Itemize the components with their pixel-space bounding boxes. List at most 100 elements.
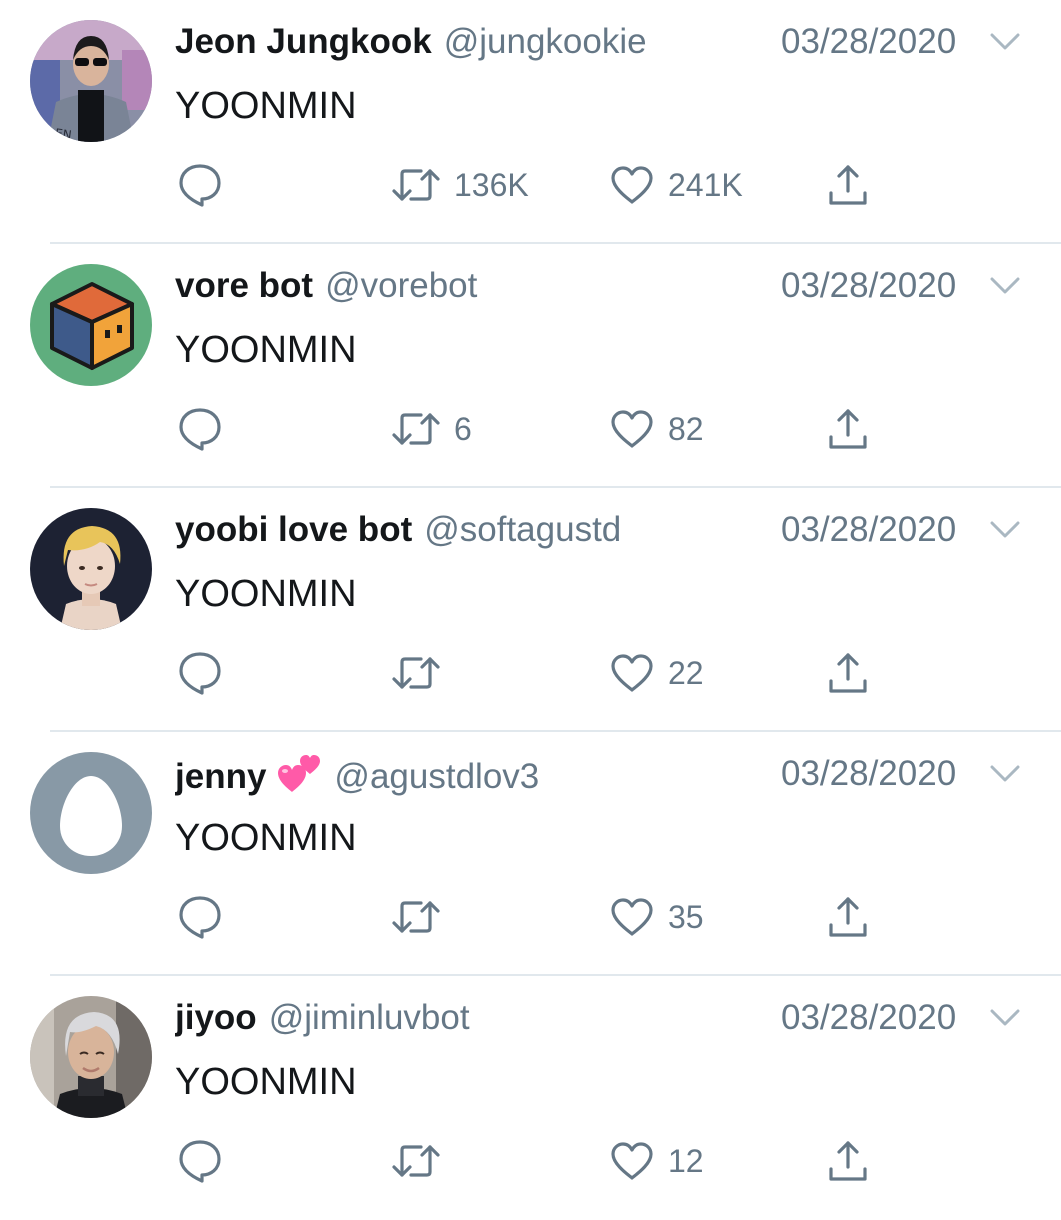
tweet-actions: 12: [0, 1136, 1061, 1186]
reply-icon: [179, 1140, 221, 1183]
retweet-button[interactable]: [392, 648, 454, 698]
reply-icon: [179, 164, 221, 207]
like-count: 82: [668, 411, 704, 447]
tweet-header: yoobi love bot @softagustd: [175, 508, 765, 552]
reply-button[interactable]: [178, 1136, 222, 1186]
like-button[interactable]: 82: [610, 404, 704, 454]
share-button[interactable]: [828, 892, 868, 942]
chevron-down-icon[interactable]: [988, 518, 1022, 542]
reply-icon: [179, 896, 221, 939]
tweet[interactable]: vore bot @vorebot 03/28/2020 YOONMIN 6 8…: [0, 244, 1061, 488]
avatar-text: LEN: [48, 125, 73, 142]
chevron-down-icon[interactable]: [988, 274, 1022, 298]
retweet-button[interactable]: [392, 1136, 454, 1186]
display-name[interactable]: vore bot: [175, 266, 313, 305]
tweet[interactable]: jenny @agustdlov3 03/28/2020 YOONMIN 35: [0, 732, 1061, 976]
cube-icon: [30, 264, 152, 386]
tweet-header: Jeon Jungkook @jungkookie: [175, 20, 765, 64]
chevron-down-icon[interactable]: [988, 30, 1022, 54]
tweet-text: YOONMIN: [175, 1061, 357, 1103]
reply-button[interactable]: [178, 648, 222, 698]
like-button[interactable]: 12: [610, 1136, 704, 1186]
reply-button[interactable]: [178, 160, 222, 210]
avatar[interactable]: [30, 996, 152, 1118]
tweet[interactable]: LEN Jeon Jungkook @jungkookie 03/28/2020 …: [0, 0, 1061, 244]
handle[interactable]: @softagustd: [424, 510, 621, 549]
tweet-actions: 22: [0, 648, 1061, 698]
photo-silver-hair: [30, 996, 152, 1118]
share-button[interactable]: [828, 648, 868, 698]
share-button[interactable]: [828, 160, 868, 210]
tweet-date[interactable]: 03/28/2020: [781, 752, 956, 796]
heart-icon: [611, 1142, 653, 1180]
timeline: LEN Jeon Jungkook @jungkookie 03/28/2020 …: [0, 0, 1061, 1200]
egg-icon: [30, 752, 152, 874]
like-count: 12: [668, 1143, 704, 1179]
tweet-date[interactable]: 03/28/2020: [781, 20, 956, 64]
share-icon: [829, 897, 867, 937]
reply-icon: [179, 408, 221, 451]
tweet-actions: 136K 241K: [0, 160, 1061, 210]
two-hearts-emoji: [278, 755, 321, 792]
retweet-icon: [392, 413, 440, 445]
share-button[interactable]: [828, 404, 868, 454]
retweet-count: 6: [454, 411, 472, 447]
handle[interactable]: @agustdlov3: [334, 757, 539, 796]
tweet-actions: 35: [0, 892, 1061, 942]
tweet-date[interactable]: 03/28/2020: [781, 996, 956, 1040]
heart-icon: [611, 166, 653, 204]
handle[interactable]: @jungkookie: [444, 22, 647, 61]
retweet-icon: [392, 657, 440, 689]
tweet-header: jiyoo @jiminluvbot: [175, 996, 765, 1040]
tweet-text: YOONMIN: [175, 573, 357, 615]
tweet-text: YOONMIN: [175, 329, 357, 371]
like-count: 241K: [668, 167, 743, 203]
display-name[interactable]: jenny: [175, 757, 266, 796]
tweet-actions: 6 82: [0, 404, 1061, 454]
chevron-down-icon[interactable]: [988, 762, 1022, 786]
tweet-text: YOONMIN: [175, 817, 357, 859]
like-count: 35: [668, 899, 704, 935]
share-button[interactable]: [828, 1136, 868, 1186]
photo-jungkook: LEN: [30, 20, 152, 142]
tweet-header: vore bot @vorebot: [175, 264, 765, 308]
tweet-text: YOONMIN: [175, 85, 357, 127]
retweet-button[interactable]: 136K: [392, 160, 529, 210]
retweet-icon: [392, 1145, 440, 1177]
share-icon: [829, 1141, 867, 1181]
display-name[interactable]: Jeon Jungkook: [175, 22, 432, 61]
photo-blonde: [30, 508, 152, 630]
reply-button[interactable]: [178, 404, 222, 454]
avatar[interactable]: [30, 508, 152, 630]
tweet[interactable]: yoobi love bot @softagustd 03/28/2020 YOO…: [0, 488, 1061, 732]
share-icon: [829, 653, 867, 693]
tweet-header: jenny @agustdlov3: [175, 752, 765, 796]
heart-icon: [611, 410, 653, 448]
like-count: 22: [668, 655, 704, 691]
handle[interactable]: @jiminluvbot: [269, 998, 470, 1037]
tweet[interactable]: jiyoo @jiminluvbot 03/28/2020 YOONMIN 12: [0, 976, 1061, 1220]
reply-button[interactable]: [178, 892, 222, 942]
retweet-icon: [392, 901, 440, 933]
tweet-date[interactable]: 03/28/2020: [781, 508, 956, 552]
avatar[interactable]: LEN: [30, 20, 152, 142]
heart-icon: [611, 898, 653, 936]
heart-icon: [611, 654, 653, 692]
like-button[interactable]: 241K: [610, 160, 743, 210]
handle[interactable]: @vorebot: [325, 266, 477, 305]
avatar[interactable]: [30, 264, 152, 386]
display-name[interactable]: jiyoo: [175, 998, 257, 1037]
retweet-button[interactable]: 6: [392, 404, 472, 454]
retweet-count: 136K: [454, 167, 529, 203]
share-icon: [829, 165, 867, 205]
reply-icon: [179, 652, 221, 695]
like-button[interactable]: 35: [610, 892, 704, 942]
retweet-icon: [392, 169, 440, 201]
retweet-button[interactable]: [392, 892, 454, 942]
like-button[interactable]: 22: [610, 648, 704, 698]
avatar[interactable]: [30, 752, 152, 874]
display-name[interactable]: yoobi love bot: [175, 510, 412, 549]
chevron-down-icon[interactable]: [988, 1006, 1022, 1030]
share-icon: [829, 409, 867, 449]
tweet-date[interactable]: 03/28/2020: [781, 264, 956, 308]
